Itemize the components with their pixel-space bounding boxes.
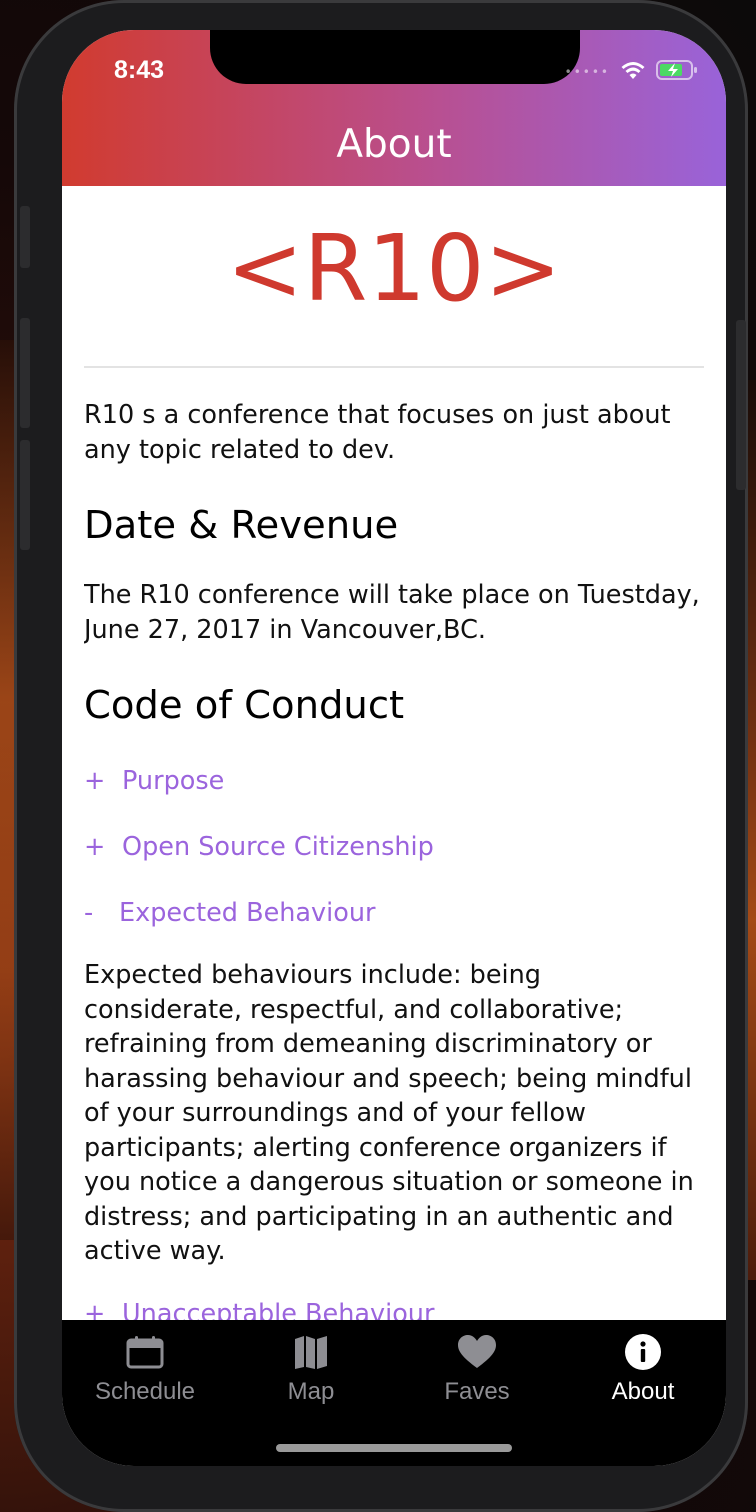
tab-faves[interactable]: Faves bbox=[394, 1320, 560, 1424]
divider bbox=[84, 366, 704, 368]
accordion-label: Purpose bbox=[122, 766, 225, 796]
expand-icon: + bbox=[84, 1298, 106, 1321]
status-time: 8:43 bbox=[114, 56, 165, 84]
calendar-icon bbox=[62, 1328, 228, 1376]
tab-label: About bbox=[611, 1378, 675, 1405]
phone-frame: 8:43 ••••• About <R10> R10 s a conferenc… bbox=[14, 0, 748, 1512]
expand-icon: + bbox=[84, 832, 106, 862]
about-content[interactable]: <R10> R10 s a conference that focuses on… bbox=[84, 186, 704, 1320]
info-icon bbox=[560, 1328, 726, 1376]
accordion-open-source-citizenship[interactable]: + Open Source Citizenship bbox=[84, 832, 704, 862]
screen: 8:43 ••••• About <R10> R10 s a conferenc… bbox=[62, 30, 726, 1466]
conduct-heading: Code of Conduct bbox=[84, 683, 405, 728]
accordion-label: Unacceptable Behaviour bbox=[122, 1298, 435, 1321]
intro-text: R10 s a conference that focuses on just … bbox=[84, 400, 671, 465]
date-text: The R10 conference will take place on Tu… bbox=[84, 580, 700, 645]
tab-label: Schedule bbox=[94, 1378, 196, 1405]
volume-up-button bbox=[20, 318, 30, 428]
r10-logo: <R10> bbox=[226, 215, 562, 322]
accordion-unacceptable-behaviour[interactable]: + Unacceptable Behaviour bbox=[84, 1299, 704, 1321]
tab-schedule[interactable]: Schedule bbox=[62, 1320, 228, 1424]
heart-icon bbox=[394, 1328, 560, 1376]
tab-map[interactable]: Map bbox=[228, 1320, 394, 1424]
collapse-icon: - bbox=[84, 898, 94, 928]
power-button bbox=[736, 320, 746, 490]
battery-icon bbox=[656, 60, 698, 84]
date-heading: Date & Revenue bbox=[84, 503, 399, 548]
volume-down-button bbox=[20, 440, 30, 550]
map-icon bbox=[228, 1328, 394, 1376]
tab-bar: Schedule Map Faves About bbox=[62, 1320, 726, 1466]
expected-behaviour-text: Expected behaviours include: being consi… bbox=[84, 960, 694, 1266]
notch bbox=[210, 30, 580, 84]
accordion-purpose[interactable]: + Purpose bbox=[84, 766, 704, 796]
tab-about[interactable]: About bbox=[560, 1320, 726, 1424]
accordion-label: Expected Behaviour bbox=[119, 898, 376, 928]
wifi-icon bbox=[620, 60, 646, 84]
mute-switch bbox=[20, 206, 30, 268]
tab-label: Faves bbox=[444, 1378, 510, 1405]
signal-icon: ••••• bbox=[564, 65, 610, 79]
nav-header: 8:43 ••••• About bbox=[62, 30, 726, 186]
home-indicator[interactable] bbox=[276, 1444, 512, 1452]
expand-icon: + bbox=[84, 766, 106, 796]
page-title: About bbox=[336, 122, 452, 167]
tab-label: Map bbox=[287, 1378, 335, 1405]
status-indicators: ••••• bbox=[565, 60, 698, 84]
accordion-expected-behaviour[interactable]: - Expected Behaviour bbox=[84, 898, 704, 928]
accordion-label: Open Source Citizenship bbox=[122, 832, 434, 862]
